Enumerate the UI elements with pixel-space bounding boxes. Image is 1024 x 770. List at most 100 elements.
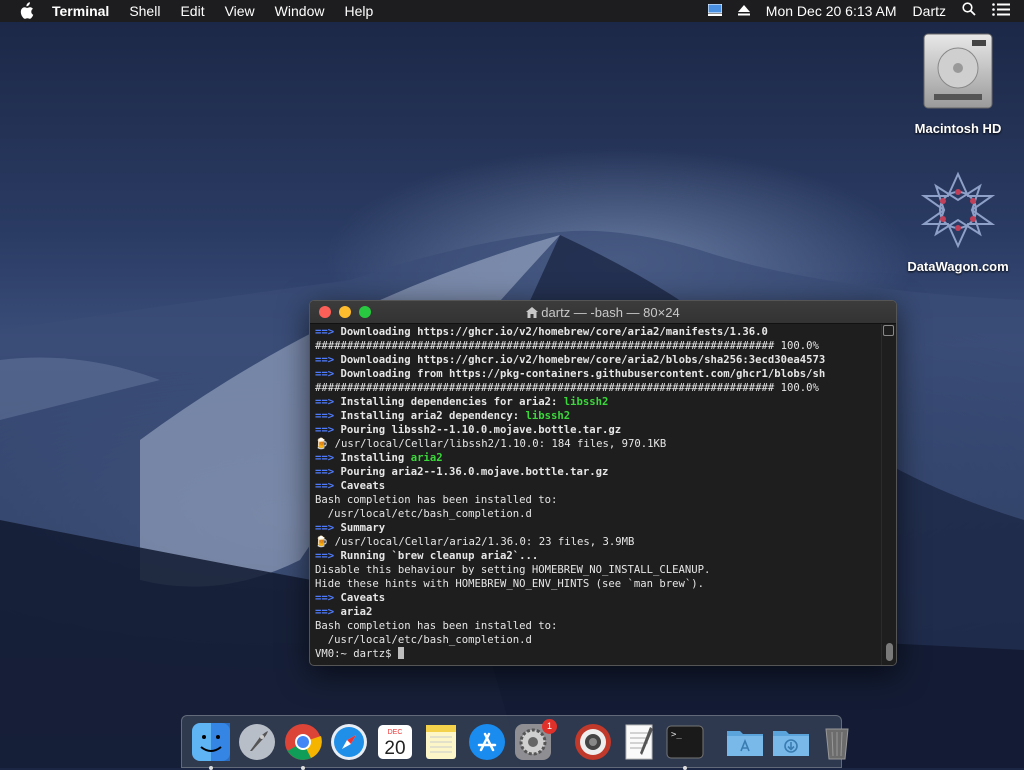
terminal-line-text: ########################################… — [315, 382, 819, 394]
trash-icon[interactable] — [818, 723, 856, 761]
terminal-line: Bash completion has been installed to: — [315, 619, 877, 633]
terminal-prompt: VM0:~ dartz$ — [315, 648, 398, 660]
terminal-title-text: dartz — -bash — 80×24 — [541, 305, 680, 320]
terminal-line-text: Bash completion has been installed to: — [315, 620, 558, 632]
terminal-line-package: libssh2 — [563, 396, 609, 408]
terminal-line-arrow: ==> — [315, 606, 335, 618]
terminal-line-text: Hide these hints with HOMEBREW_NO_ENV_HI… — [315, 578, 705, 590]
terminal-line-arrow: ==> — [315, 522, 335, 534]
terminal-line: Bash completion has been installed to: — [315, 493, 877, 507]
terminal-line-text: Pouring libssh2--1.10.0.mojave.bottle.ta… — [340, 424, 622, 436]
terminal-line: 🍺 /usr/local/Cellar/aria2/1.36.0: 23 fil… — [315, 535, 877, 549]
terminal-line-arrow: ==> — [315, 410, 335, 422]
terminal-line: ==> Installing aria2 dependency: libssh2 — [315, 409, 877, 423]
terminal-line: ==> Caveats — [315, 479, 877, 493]
desktop-icon-macintosh-hd[interactable]: Macintosh HD — [903, 32, 1013, 136]
home-icon — [526, 307, 539, 318]
finder-icon[interactable] — [192, 722, 230, 770]
hard-drive-icon — [923, 33, 993, 109]
terminal-line-arrow: ==> — [315, 480, 335, 492]
app-store-icon[interactable] — [468, 723, 506, 761]
terminal-line-text: Installing dependencies for aria2: — [340, 396, 564, 408]
notes-icon[interactable] — [422, 723, 460, 761]
terminal-scrollbar[interactable] — [881, 324, 896, 665]
terminal-line: ########################################… — [315, 339, 877, 353]
menu-clock[interactable]: Mon Dec 20 6:13 AM — [758, 0, 905, 22]
beer-mug-icon: 🍺 — [315, 536, 329, 548]
terminal-line-package: libssh2 — [525, 410, 571, 422]
applications-folder-icon[interactable] — [726, 723, 764, 761]
terminal-line-arrow: ==> — [315, 452, 335, 464]
terminal-cursor — [397, 647, 404, 659]
terminal-line-text: /usr/local/Cellar/aria2/1.36.0: 23 files… — [334, 536, 635, 548]
beer-mug-icon: 🍺 — [315, 438, 329, 450]
spotlight-search-icon[interactable] — [954, 0, 984, 22]
terminal-line-text: Summary — [340, 522, 386, 534]
terminal-line: /usr/local/etc/bash_completion.d — [315, 507, 877, 521]
terminal-line-text: /usr/local/etc/bash_completion.d — [315, 634, 532, 646]
terminal-line: ==> Installing dependencies for aria2: l… — [315, 395, 877, 409]
terminal-line-text: Bash completion has been installed to: — [315, 494, 558, 506]
terminal-line-arrow: ==> — [315, 326, 335, 338]
terminal-title: dartz — -bash — 80×24 — [310, 305, 896, 320]
apple-logo-icon[interactable] — [18, 2, 34, 20]
desktop-icon-datawagon[interactable]: DataWagon.com — [903, 170, 1013, 274]
terminal-line-text: Downloading https://ghcr.io/v2/homebrew/… — [340, 354, 826, 366]
scrollbar-thumb[interactable] — [886, 643, 893, 661]
split-pane-button[interactable] — [883, 325, 894, 336]
notification-badge: 1 — [542, 718, 557, 734]
terminal-line-arrow: ==> — [315, 354, 335, 366]
menu-window[interactable]: Window — [265, 0, 335, 22]
terminal-line-text: Caveats — [340, 480, 386, 492]
terminal-line-arrow: ==> — [315, 396, 335, 408]
menu-app-name[interactable]: Terminal — [42, 0, 119, 22]
svg-text:DEC: DEC — [388, 729, 403, 736]
terminal-line: ==> Downloading https://ghcr.io/v2/homeb… — [315, 353, 877, 367]
terminal-line-arrow: ==> — [315, 550, 335, 562]
textedit-icon[interactable] — [620, 723, 658, 761]
terminal-line: ==> Running `brew cleanup aria2`... — [315, 549, 877, 563]
terminal-line-text: Running `brew cleanup aria2`... — [340, 550, 539, 562]
safari-icon[interactable] — [330, 723, 368, 761]
menu-view[interactable]: View — [215, 0, 265, 22]
terminal-prompt-line[interactable]: VM0:~ dartz$ — [315, 647, 877, 661]
downloads-folder-icon[interactable] — [772, 723, 810, 761]
terminal-line-text: /usr/local/etc/bash_completion.d — [315, 508, 532, 520]
terminal-line-text: Downloading from https://pkg-containers.… — [340, 368, 826, 380]
terminal-output[interactable]: ==> Downloading https://ghcr.io/v2/homeb… — [310, 324, 882, 665]
terminal-line-arrow: ==> — [315, 466, 335, 478]
menu-edit[interactable]: Edit — [170, 0, 214, 22]
terminal-line-package: aria2 — [410, 452, 443, 464]
terminal-line: ==> Downloading https://ghcr.io/v2/homeb… — [315, 325, 877, 339]
terminal-line-text: Pouring aria2--1.36.0.mojave.bottle.tar.… — [340, 466, 609, 478]
terminal-icon[interactable]: >_ — [666, 723, 704, 770]
terminal-line-text: Installing aria2 dependency: — [340, 410, 526, 422]
eject-icon[interactable] — [730, 0, 758, 22]
terminal-line: ==> Downloading from https://pkg-contain… — [315, 367, 877, 381]
desktop-icon-label: Macintosh HD — [914, 121, 1002, 136]
terminal-line: ==> Installing aria2 — [315, 451, 877, 465]
svg-text:>_: >_ — [671, 730, 682, 740]
desktop-icon-label: DataWagon.com — [907, 259, 1009, 274]
chrome-icon[interactable] — [284, 723, 322, 770]
menu-shell[interactable]: Shell — [119, 0, 170, 22]
terminal-line-arrow: ==> — [315, 592, 335, 604]
terminal-window[interactable]: dartz — -bash — 80×24 ==> Downloading ht… — [309, 300, 897, 666]
dock: DEC 20 1 >_ — [181, 715, 849, 770]
photo-booth-icon[interactable] — [574, 723, 612, 761]
notification-center-icon[interactable] — [984, 0, 1024, 22]
menu-help[interactable]: Help — [334, 0, 383, 22]
svg-text:20: 20 — [384, 738, 405, 759]
launchpad-icon[interactable] — [238, 723, 276, 761]
terminal-line-text: Disable this behaviour by setting HOMEBR… — [315, 564, 711, 576]
display-icon[interactable] — [700, 0, 730, 22]
terminal-line: 🍺 /usr/local/Cellar/libssh2/1.10.0: 184 … — [315, 437, 877, 451]
terminal-line-text: aria2 — [340, 606, 373, 618]
terminal-titlebar[interactable]: dartz — -bash — 80×24 — [310, 301, 896, 324]
menu-user[interactable]: Dartz — [905, 0, 954, 22]
terminal-line-text: ########################################… — [315, 340, 819, 352]
terminal-line: /usr/local/etc/bash_completion.d — [315, 633, 877, 647]
system-preferences-icon[interactable]: 1 — [514, 718, 557, 761]
terminal-line: Hide these hints with HOMEBREW_NO_ENV_HI… — [315, 577, 877, 591]
calendar-icon[interactable]: DEC 20 — [376, 723, 414, 761]
